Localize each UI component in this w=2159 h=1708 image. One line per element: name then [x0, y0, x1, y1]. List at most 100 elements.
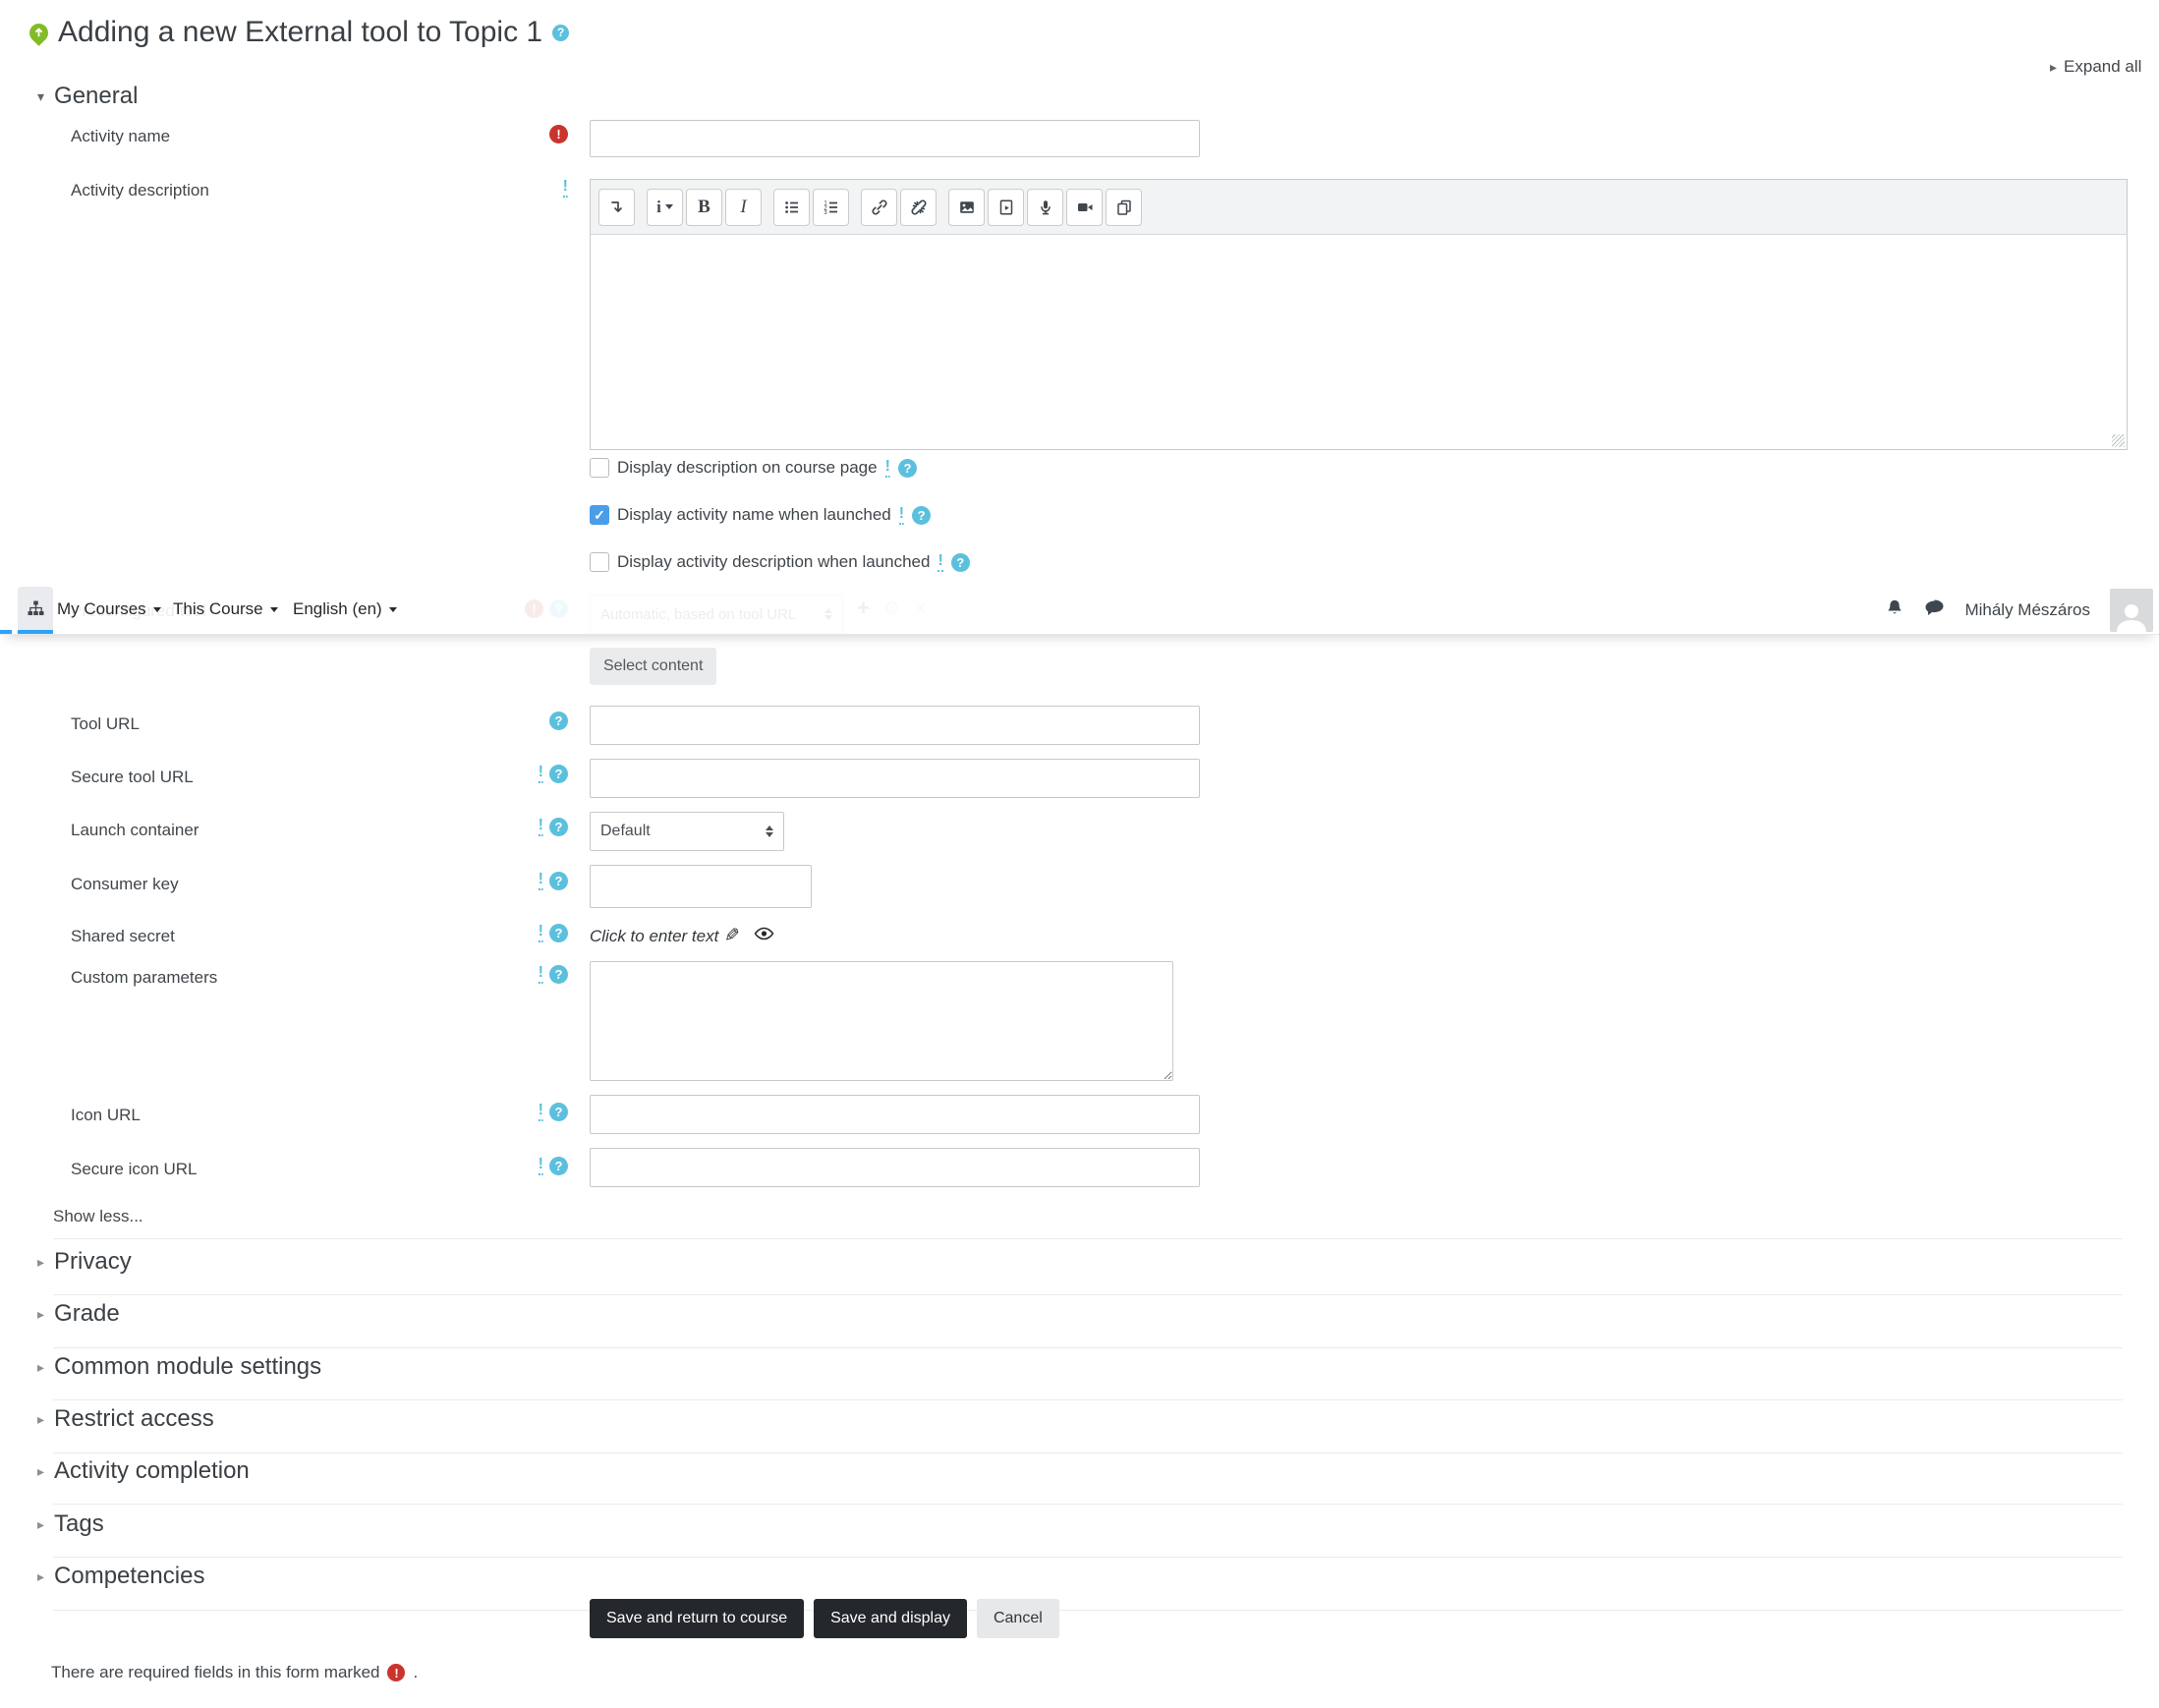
secure-icon-url-input[interactable]	[590, 1148, 1200, 1187]
chevron-down-icon	[152, 606, 161, 612]
divider	[53, 1238, 2123, 1239]
launch-container-value: Default	[600, 823, 651, 839]
icon-url-input[interactable]	[590, 1095, 1200, 1134]
collapse-triangle-icon: ▾	[37, 87, 45, 104]
help-icon[interactable]: ?	[549, 1157, 568, 1175]
help-icon[interactable]: ?	[549, 818, 568, 836]
cancel-button[interactable]: Cancel	[976, 1599, 1059, 1638]
section-privacy[interactable]: ▸ Privacy	[37, 1248, 132, 1276]
secure-tool-url-label: Secure tool URL	[71, 768, 194, 786]
user-name[interactable]: Mihály Mészáros	[1964, 600, 2090, 620]
section-competencies-title: Competencies	[54, 1563, 205, 1589]
activity-description-label: Activity description	[71, 181, 209, 199]
avatar[interactable]	[2110, 589, 2153, 632]
section-competencies[interactable]: ▸ Competencies	[37, 1563, 204, 1590]
advanced-marker-icon: !	[538, 924, 543, 942]
messages-icon[interactable]	[1924, 598, 1945, 622]
link-icon[interactable]	[861, 188, 897, 226]
launch-container-select[interactable]: Default	[590, 812, 784, 851]
menu-my-courses-label: My Courses	[57, 599, 146, 618]
help-icon[interactable]: ?	[549, 1103, 568, 1121]
notifications-bell-icon[interactable]	[1885, 598, 1904, 623]
title-help-icon[interactable]: ?	[552, 24, 570, 41]
expand-all[interactable]: ▸ Expand all	[2050, 57, 2141, 77]
tool-url-label: Tool URL	[71, 714, 140, 733]
section-privacy-title: Privacy	[54, 1248, 132, 1275]
section-grade[interactable]: ▸ Grade	[37, 1300, 120, 1328]
person-icon	[2117, 604, 2146, 632]
consumer-key-label: Consumer key	[71, 875, 179, 893]
shared-secret-enter-link[interactable]: Click to enter text	[590, 927, 718, 946]
section-common-title: Common module settings	[54, 1353, 322, 1380]
section-tags[interactable]: ▸ Tags	[37, 1510, 104, 1538]
record-audio-icon[interactable]	[1027, 188, 1063, 226]
divider	[53, 1452, 2123, 1453]
activity-name-input[interactable]	[590, 120, 1200, 157]
custom-parameters-textarea[interactable]	[590, 961, 1173, 1081]
section-restrict-access[interactable]: ▸ Restrict access	[37, 1405, 214, 1433]
section-activity-completion[interactable]: ▸ Activity completion	[37, 1457, 250, 1485]
collapse-toolbar-icon[interactable]	[598, 188, 635, 226]
pencil-icon[interactable]: ✎	[724, 925, 740, 947]
expand-triangle-icon: ▸	[37, 1305, 45, 1322]
chevron-down-icon	[269, 606, 278, 612]
help-icon[interactable]: ?	[897, 458, 917, 478]
editor-resize-handle[interactable]	[2112, 434, 2125, 447]
custom-parameters-label: Custom parameters	[71, 968, 218, 987]
help-icon[interactable]: ?	[950, 552, 970, 572]
tool-url-input[interactable]	[590, 706, 1200, 745]
menu-this-course[interactable]: This Course	[173, 599, 278, 619]
unordered-list-icon[interactable]	[773, 188, 810, 226]
menu-language[interactable]: English (en)	[293, 599, 397, 619]
divider	[53, 1294, 2123, 1295]
insert-media-icon[interactable]	[988, 188, 1024, 226]
italic-icon[interactable]: I	[725, 188, 762, 226]
help-icon[interactable]: ?	[549, 965, 568, 984]
paragraph-style-icon[interactable]: i	[647, 188, 683, 226]
display-description-label: Display description on course page	[617, 458, 878, 477]
sitemap-tab[interactable]	[18, 587, 53, 634]
display-description-checkbox[interactable]	[590, 458, 609, 478]
show-less-link[interactable]: Show less...	[53, 1207, 143, 1226]
help-icon[interactable]: ?	[549, 924, 568, 942]
help-icon[interactable]: ?	[549, 765, 568, 783]
help-icon[interactable]: ?	[549, 712, 568, 730]
display-name-checkbox[interactable]: ✓	[590, 505, 609, 525]
insert-image-icon[interactable]	[948, 188, 985, 226]
expand-all-triangle-icon: ▸	[2050, 58, 2058, 75]
ordered-list-icon[interactable]: 123	[813, 188, 849, 226]
secure-tool-url-input[interactable]	[590, 759, 1200, 798]
advanced-marker-icon: !	[937, 552, 943, 572]
navbar: My Courses This Course English (en) Mihá…	[0, 587, 2159, 635]
navtab-partial[interactable]	[0, 587, 12, 634]
advanced-marker-icon: !	[538, 818, 543, 836]
manage-files-icon[interactable]	[1106, 188, 1142, 226]
display-name-label: Display activity name when launched	[617, 505, 891, 524]
record-video-icon[interactable]	[1066, 188, 1103, 226]
section-general[interactable]: ▾ General	[37, 83, 138, 110]
expand-triangle-icon: ▸	[37, 1515, 45, 1532]
display-description-row: Display description on course page ! ?	[590, 458, 917, 478]
menu-my-courses[interactable]: My Courses	[57, 599, 161, 619]
display-activity-description-row: Display activity description when launch…	[590, 552, 970, 572]
editor-content-area[interactable]	[590, 234, 2128, 450]
section-common-module-settings[interactable]: ▸ Common module settings	[37, 1353, 321, 1381]
save-return-button[interactable]: Save and return to course	[590, 1599, 805, 1638]
section-grade-title: Grade	[54, 1300, 120, 1327]
consumer-key-input[interactable]	[590, 865, 812, 908]
select-content-button[interactable]: Select content	[590, 648, 717, 685]
unlink-icon[interactable]	[900, 188, 937, 226]
display-activity-description-checkbox[interactable]	[590, 552, 609, 572]
expand-triangle-icon: ▸	[37, 1253, 45, 1270]
page-title: Adding a new External tool to Topic 1	[58, 16, 543, 48]
secure-icon-url-label: Secure icon URL	[71, 1160, 198, 1178]
divider	[53, 1347, 2123, 1348]
help-icon[interactable]: ?	[912, 505, 932, 525]
expand-triangle-icon: ▸	[37, 1567, 45, 1584]
chevron-down-icon	[388, 606, 397, 612]
display-activity-description-label: Display activity description when launch…	[617, 552, 931, 571]
help-icon[interactable]: ?	[549, 872, 568, 890]
eye-icon[interactable]	[754, 926, 774, 946]
bold-icon[interactable]: B	[686, 188, 722, 226]
save-display-button[interactable]: Save and display	[814, 1599, 967, 1638]
